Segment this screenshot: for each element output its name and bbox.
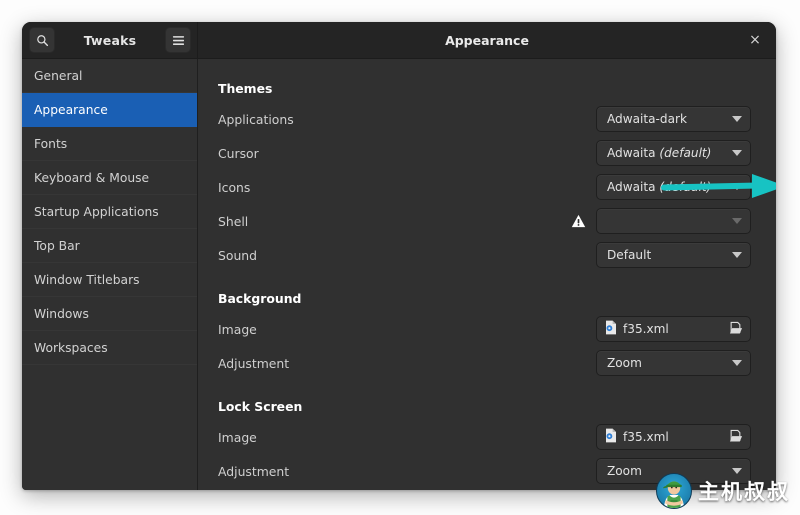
row-control-area: Zoom <box>596 350 751 376</box>
file-name: f35.xml <box>623 322 669 336</box>
hamburger-menu-icon <box>172 35 185 46</box>
warning-triangle-icon <box>571 214 586 228</box>
row-control-area: Adwaita (default) <box>596 174 751 200</box>
combo-value-suffix: (default) <box>659 146 712 160</box>
row-label: Cursor <box>218 145 259 161</box>
sidebar-item-appearance[interactable]: Appearance <box>22 93 197 127</box>
settings-row: Adjustment Zoom <box>218 346 751 380</box>
group-title-themes: Themes <box>218 81 273 96</box>
settings-row: Icons Adwaita (default) <box>218 170 751 204</box>
watermark-avatar-icon <box>656 473 692 509</box>
window-body: General Appearance Fonts Keyboard & Mouse St… <box>22 59 776 490</box>
sidebar-item-keyboard-mouse[interactable]: Keyboard & Mouse <box>22 161 197 195</box>
sidebar-item-workspaces[interactable]: Workspaces <box>22 331 197 365</box>
sidebar-item-startup-applications[interactable]: Startup Applications <box>22 195 197 229</box>
settings-row: Cursor Adwaita (default) <box>218 136 751 170</box>
search-button[interactable] <box>29 27 55 53</box>
row-label: Image <box>218 321 257 337</box>
row-control-area: Adwaita (default) <box>596 140 751 166</box>
xml-file-icon <box>605 428 617 446</box>
combo-value: Adwaita (default) <box>607 180 712 194</box>
combo-value: Adwaita-dark <box>607 112 687 126</box>
settings-row: Image f35.xml <box>218 420 751 454</box>
open-file-icon <box>729 429 743 446</box>
sidebar-item-window-titlebars[interactable]: Window Titlebars <box>22 263 197 297</box>
file-name: f35.xml <box>623 430 669 444</box>
watermark-text: 主机叔叔 <box>698 480 790 504</box>
chevron-down-icon <box>732 252 742 258</box>
row-label: Adjustment <box>218 355 290 371</box>
row-control-area: Adwaita-dark <box>596 106 751 132</box>
xml-file-icon <box>605 320 617 338</box>
chevron-down-icon <box>732 150 742 156</box>
combo-value-suffix: (default) <box>659 180 712 194</box>
primary-menu-button[interactable] <box>165 27 191 53</box>
sidebar-item-general[interactable]: General <box>22 59 197 93</box>
chevron-down-icon <box>732 116 742 122</box>
sidebar-item-top-bar[interactable]: Top Bar <box>22 229 197 263</box>
row-label: Adjustment <box>218 463 290 479</box>
adjustment-background-combo[interactable]: Zoom <box>596 350 751 376</box>
sidebar-item-label: Appearance <box>34 102 108 117</box>
shell-theme-combo <box>596 208 751 234</box>
open-file-icon <box>729 321 743 338</box>
settings-row: Shell <box>218 204 751 238</box>
headerbar-right: Appearance × <box>198 22 776 58</box>
chevron-down-icon <box>732 360 742 366</box>
group-title-lock-screen: Lock Screen <box>218 399 303 414</box>
chevron-down-icon <box>732 218 742 224</box>
row-label: Icons <box>218 179 251 195</box>
sidebar-nav: General Appearance Fonts Keyboard & Mouse St… <box>22 59 198 490</box>
applications-theme-combo[interactable]: Adwaita-dark <box>596 106 751 132</box>
row-control-area: f35.xml <box>596 424 751 450</box>
sound-theme-combo[interactable]: Default <box>596 242 751 268</box>
settings-row: Sound Default <box>218 238 751 272</box>
app-title: Tweaks <box>83 32 137 48</box>
sidebar-item-label: Top Bar <box>34 238 80 253</box>
combo-value: Zoom <box>607 356 642 370</box>
row-control-area: Default <box>596 242 751 268</box>
chevron-down-icon <box>732 184 742 190</box>
settings-row: Image f35.xml <box>218 312 751 346</box>
combo-value: Default <box>607 248 652 262</box>
watermark: 主机叔叔 <box>656 470 790 512</box>
headerbar-left: Tweaks <box>22 22 198 58</box>
combo-value: Zoom <box>607 464 642 478</box>
row-label: Applications <box>218 111 294 127</box>
row-control-area <box>571 208 751 234</box>
cursor-theme-combo[interactable]: Adwaita (default) <box>596 140 751 166</box>
group-title-background: Background <box>218 291 302 306</box>
row-label: Sound <box>218 247 258 263</box>
image-lock-screen-file-button[interactable]: f35.xml <box>596 424 751 450</box>
row-label: Image <box>218 429 257 445</box>
sidebar-item-label: Window Titlebars <box>34 272 140 287</box>
row-control-area: f35.xml <box>596 316 751 342</box>
sidebar-item-label: General <box>34 68 83 83</box>
sidebar-item-label: Fonts <box>34 136 68 151</box>
close-window-button[interactable]: × <box>746 31 764 49</box>
window-headerbar: Tweaks Appearance × <box>22 22 776 59</box>
page-title: Appearance <box>445 32 529 48</box>
sidebar-item-windows[interactable]: Windows <box>22 297 197 331</box>
combo-value: Adwaita (default) <box>607 146 712 160</box>
icons-theme-combo[interactable]: Adwaita (default) <box>596 174 751 200</box>
sidebar-item-label: Windows <box>34 306 89 321</box>
screenshot-stage: Tweaks Appearance × General Appearance F… <box>0 0 800 515</box>
image-background-file-button[interactable]: f35.xml <box>596 316 751 342</box>
tweaks-window: Tweaks Appearance × General Appearance F… <box>22 22 776 490</box>
settings-content: Themes Applications Adwaita-dark Cursor Adwa… <box>198 59 776 490</box>
row-label: Shell <box>218 213 249 229</box>
sidebar-item-label: Workspaces <box>34 340 108 355</box>
sidebar-item-label: Startup Applications <box>34 204 159 219</box>
sidebar-item-fonts[interactable]: Fonts <box>22 127 197 161</box>
sidebar-item-label: Keyboard & Mouse <box>34 170 150 185</box>
search-icon <box>36 34 49 47</box>
settings-row: Applications Adwaita-dark <box>218 102 751 136</box>
